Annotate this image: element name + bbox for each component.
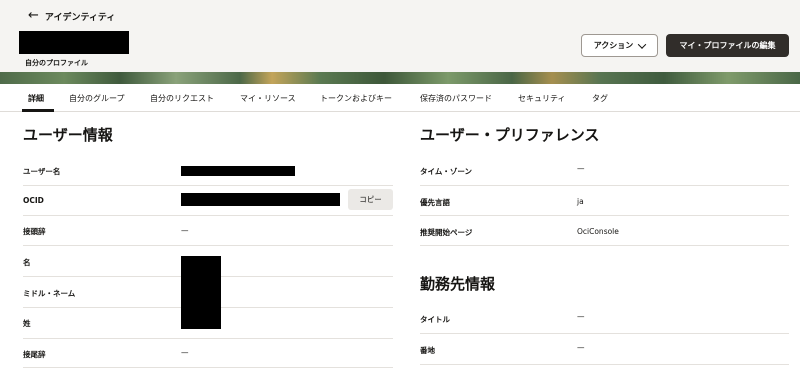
tab-tokens-and-keys[interactable]: トークンおよびキー — [320, 93, 392, 104]
work-info-title: 勤務先情報 — [420, 275, 496, 293]
time-zone-label: タイム・ゾーン — [420, 167, 472, 176]
row-divider — [420, 333, 789, 334]
job-title-label: タイトル — [420, 315, 450, 324]
tab-tags[interactable]: タグ — [592, 93, 608, 104]
prefix-value: — — [181, 226, 189, 235]
tab-security[interactable]: セキュリティ — [518, 93, 566, 104]
prefix-label: 接頭辞 — [23, 227, 46, 236]
row-divider — [420, 245, 789, 246]
start-page-value: OciConsole — [577, 227, 619, 236]
row-divider — [420, 215, 789, 216]
name-values-redacted — [181, 256, 221, 329]
tab-my-requests[interactable]: 自分のリクエスト — [150, 93, 214, 104]
active-tab-indicator — [22, 109, 54, 112]
user-info-title: ユーザー情報 — [23, 126, 113, 144]
job-title-value: — — [577, 312, 585, 321]
suffix-label: 接尾辞 — [23, 350, 46, 359]
start-page-label: 推奨開始ページ — [420, 228, 473, 237]
back-link[interactable]: ← アイデンティティ — [28, 9, 115, 23]
page-subtitle: 自分のプロファイル — [25, 59, 88, 67]
edit-profile-button-label: マイ・プロファイルの編集 — [679, 41, 776, 50]
tab-bar: 詳細 自分のグループ 自分のリクエスト マイ・リソース トークンおよびキー 保存… — [0, 84, 800, 112]
user-preferences-title: ユーザー・プリファレンス — [420, 126, 600, 144]
arrow-left-icon: ← — [28, 8, 39, 23]
preferred-language-label: 優先言語 — [420, 198, 450, 207]
user-display-name-redacted — [19, 31, 129, 54]
row-divider — [23, 338, 393, 339]
row-divider — [420, 364, 789, 365]
decorative-banner — [0, 72, 800, 84]
street-address-label: 番地 — [420, 346, 435, 355]
copy-button-label: コピー — [359, 195, 382, 204]
row-divider — [23, 215, 393, 216]
username-value-redacted — [181, 166, 295, 176]
edit-profile-button[interactable]: マイ・プロファイルの編集 — [666, 34, 789, 57]
username-label: ユーザー名 — [23, 167, 61, 176]
tab-my-groups[interactable]: 自分のグループ — [69, 93, 125, 104]
copy-ocid-button[interactable]: コピー — [348, 189, 393, 210]
preferred-language-value: ja — [577, 197, 584, 206]
first-name-label: 名 — [23, 258, 31, 267]
row-divider — [23, 245, 393, 246]
actions-dropdown-button[interactable]: アクション — [581, 34, 658, 57]
street-address-value: — — [577, 343, 585, 352]
last-name-label: 姓 — [23, 319, 31, 328]
tab-my-resources[interactable]: マイ・リソース — [240, 93, 296, 104]
middle-name-label: ミドル・ネーム — [23, 289, 76, 298]
actions-button-label: アクション — [593, 41, 634, 50]
chevron-down-icon — [638, 39, 647, 49]
suffix-value: — — [181, 348, 189, 357]
ocid-value-redacted — [181, 193, 340, 206]
row-divider — [23, 185, 393, 186]
page-header: ← アイデンティティ 自分のプロファイル アクション マイ・プロファイルの編集 — [0, 0, 800, 72]
row-divider — [23, 367, 393, 368]
ocid-label: OCID — [23, 196, 44, 205]
tab-details[interactable]: 詳細 — [28, 93, 44, 104]
back-link-label: アイデンティティ — [44, 12, 116, 23]
tab-saved-passwords[interactable]: 保存済のパスワード — [420, 93, 492, 104]
time-zone-value: — — [577, 164, 585, 173]
row-divider — [420, 185, 789, 186]
